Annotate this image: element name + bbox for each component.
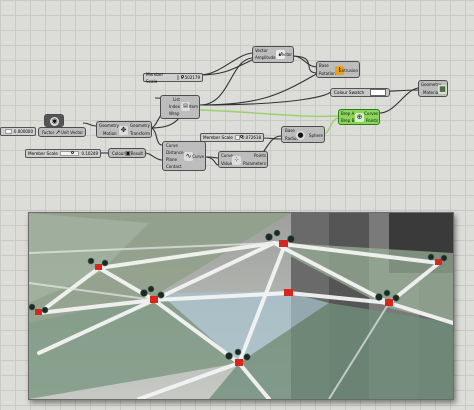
- slider-label: Member Scale: [203, 135, 233, 140]
- input-curve[interactable]: Curve: [166, 143, 178, 148]
- slider-label: Member Scale: [28, 151, 58, 156]
- output-extrusion[interactable]: Extrusion: [339, 68, 358, 73]
- output-parameters[interactable]: Parameters: [243, 161, 266, 166]
- swatch-color-chip[interactable]: [370, 89, 386, 96]
- input-base[interactable]: Base: [319, 63, 329, 68]
- vector-component[interactable]: Vector Amplitude ➹ Vector: [252, 46, 294, 63]
- sphere-icon: ●: [296, 131, 305, 140]
- points-icon: ⁘: [232, 156, 241, 165]
- output-item[interactable]: Item: [189, 104, 198, 109]
- sphere-component[interactable]: Base Radius ● Sphere: [281, 126, 325, 143]
- slider-track[interactable]: [59, 151, 80, 156]
- slider-value: 0.10249: [81, 151, 98, 156]
- input-value[interactable]: Value: [221, 161, 232, 166]
- slider-value: 0.000000: [13, 129, 33, 134]
- output-curve[interactable]: Curve: [192, 154, 204, 159]
- input-base[interactable]: Base: [285, 128, 295, 133]
- input-contact[interactable]: Contact: [166, 164, 182, 169]
- output-curves[interactable]: Curves: [364, 111, 378, 116]
- edge-value-slider[interactable]: 0.000000: [0, 127, 36, 136]
- input-wrap[interactable]: Wrap: [169, 111, 179, 116]
- curve-points-component[interactable]: Curve Value ⁘ Points Parameters: [218, 151, 268, 168]
- member-scale-slider-3[interactable]: Member Scale 0.072618: [200, 133, 264, 142]
- input-rotation[interactable]: Rotation: [319, 71, 336, 76]
- slider-value: 0.502179: [180, 75, 200, 80]
- slider-knob[interactable]: [70, 151, 74, 154]
- swatch-label: Colour Swatch: [334, 89, 365, 95]
- viewport-render: [29, 213, 453, 399]
- input-material[interactable]: Material: [423, 90, 439, 95]
- output-result[interactable]: Result: [131, 151, 143, 156]
- intersect-icon: ⊕: [355, 113, 364, 122]
- member-scale-slider-2[interactable]: Member Scale 0.10249: [25, 149, 101, 158]
- output-sphere[interactable]: Sphere: [309, 133, 323, 138]
- slider-knob[interactable]: [239, 135, 243, 138]
- geometry-icon: ◉: [50, 117, 59, 126]
- output-transform[interactable]: Transform: [130, 131, 150, 136]
- slider-value: 0.072618: [241, 135, 261, 140]
- move-icon: ✥: [119, 126, 128, 135]
- preview-icon: ▦: [438, 85, 447, 94]
- slider-track[interactable]: [176, 75, 184, 80]
- colour-component[interactable]: Colour ▣ Result: [108, 148, 146, 158]
- brep-brep-component[interactable]: Brep A Brep B ⊕ Curves Points: [338, 109, 380, 125]
- slider-knob[interactable]: [180, 75, 184, 78]
- list-item-component[interactable]: List Index Wrap ▤ Item: [160, 95, 200, 119]
- input-motion[interactable]: Motion: [103, 131, 117, 136]
- input-distance[interactable]: Distance: [166, 150, 184, 155]
- member-scale-slider-1[interactable]: Member Scale 0.502179: [143, 71, 203, 84]
- output-points[interactable]: Points: [366, 118, 378, 123]
- input-amplitude[interactable]: Amplitude: [255, 55, 276, 60]
- rhino-viewport[interactable]: [28, 212, 454, 400]
- input-factor[interactable]: Factor: [42, 130, 54, 135]
- divide-curve-component[interactable]: Curve Distance Plane Contact ∿ Curve: [162, 141, 206, 171]
- output-unit-vector[interactable]: Unit Vector: [61, 130, 83, 135]
- custom-preview-component[interactable]: Geometry Material ▦: [418, 80, 448, 97]
- input-brep-b[interactable]: Brep B: [341, 118, 354, 123]
- output-geometry[interactable]: Geometry: [130, 123, 150, 128]
- slider-label: Member Scale: [146, 71, 164, 84]
- colour-swatch-param[interactable]: Colour Swatch: [330, 88, 390, 97]
- input-plane[interactable]: Plane: [166, 157, 177, 162]
- transform-component[interactable]: Geometry Motion ✥ Geometry Transform: [96, 121, 152, 138]
- output-points[interactable]: Points: [254, 153, 266, 158]
- input-geometry[interactable]: Geometry: [99, 123, 119, 128]
- unit-vector-component[interactable]: Factor ➚ Unit Vector: [38, 127, 86, 137]
- slider-track[interactable]: [5, 129, 12, 134]
- input-vector[interactable]: Vector: [255, 48, 268, 53]
- slider-track[interactable]: [234, 135, 243, 140]
- geometry-param[interactable]: ◉: [44, 114, 64, 127]
- input-list[interactable]: List: [173, 97, 180, 102]
- output-vector[interactable]: Vector: [279, 52, 292, 57]
- extrusion-component[interactable]: Base Rotation ! Extrusion: [316, 61, 360, 78]
- input-brep-a[interactable]: Brep A: [341, 111, 354, 116]
- input-index[interactable]: Index: [169, 104, 180, 109]
